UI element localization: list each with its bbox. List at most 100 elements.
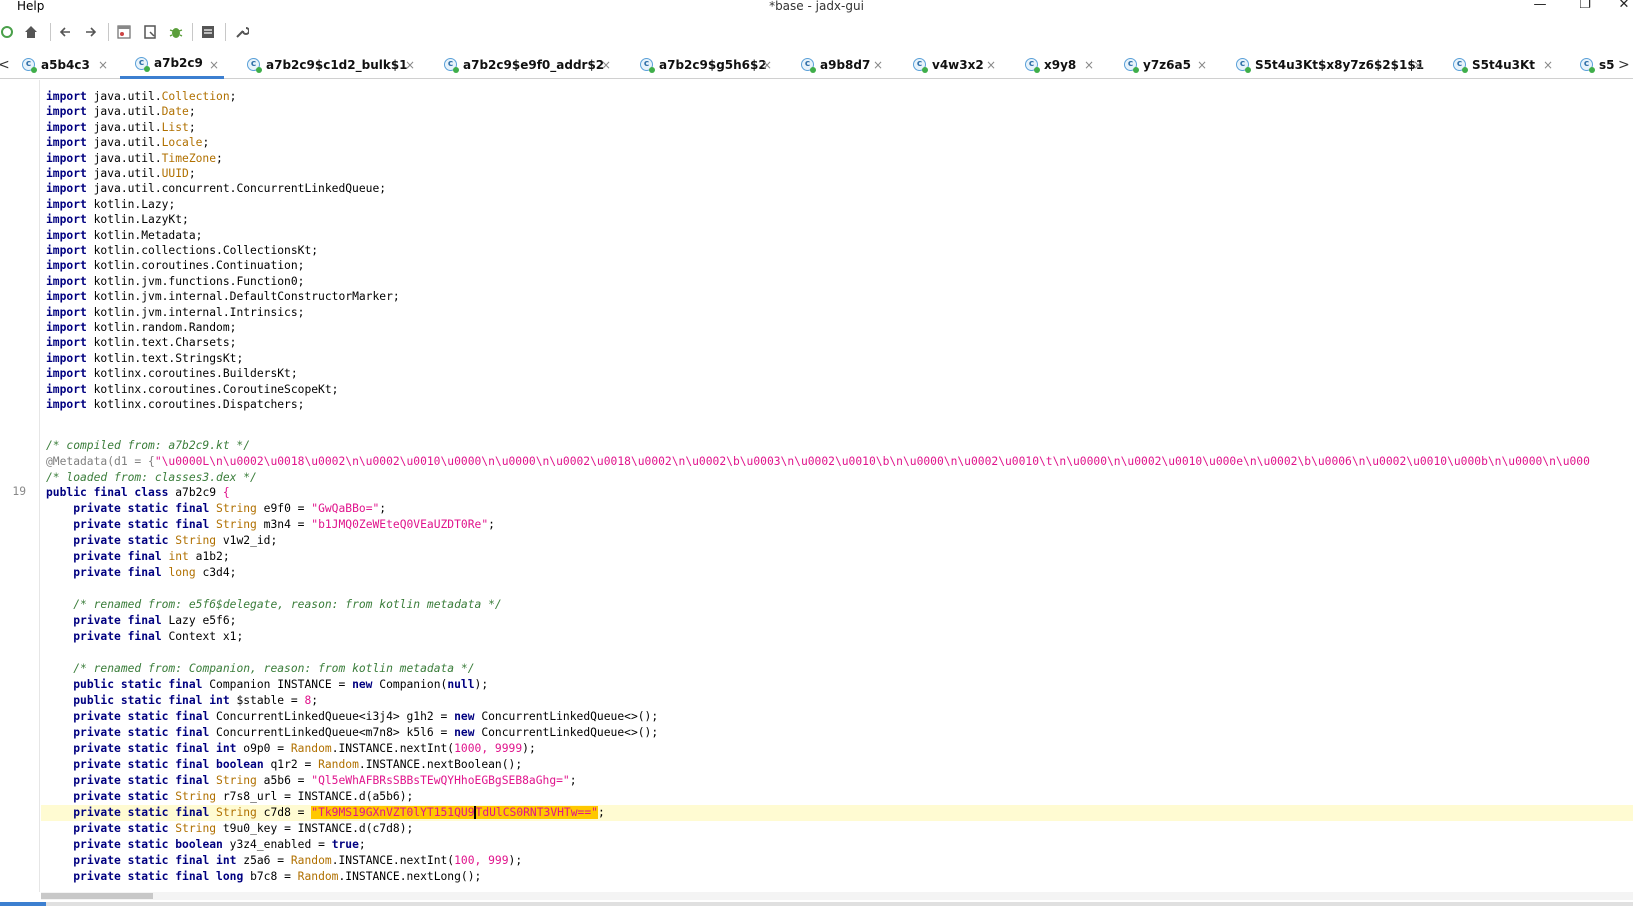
field-b7c8: private static final long b7c8 = Random.… bbox=[73, 870, 482, 883]
tab-label: v4w3x2 bbox=[932, 57, 984, 72]
import-line: import java.util.List; bbox=[46, 120, 196, 134]
field-x1: private final Context x1; bbox=[73, 630, 244, 643]
field-stable: public static final int $stable = 8; bbox=[73, 694, 319, 707]
forward-arrow-icon[interactable] bbox=[80, 20, 102, 44]
field-a1b2: private final int a1b2; bbox=[73, 550, 230, 563]
field-y3z4: private static boolean y3z4_enabled = tr… bbox=[73, 838, 366, 851]
tab-close-icon[interactable]: × bbox=[1197, 50, 1207, 79]
tab-x9y8[interactable]: c x9y8 bbox=[1025, 50, 1076, 79]
tab-v4w3x2[interactable]: c v4w3x2 bbox=[913, 50, 984, 79]
metadata-annotation: @Metadata(d1 = {"\u0000L\n\u0002\u0018\u… bbox=[46, 455, 1590, 468]
field-k5l6: private static final ConcurrentLinkedQue… bbox=[73, 726, 659, 739]
import-line: import kotlin.jvm.internal.Intrinsics; bbox=[46, 305, 305, 319]
tab-label: a7b2c9$g5h6$2 bbox=[659, 57, 767, 72]
field-e5f6: private final Lazy e5f6; bbox=[73, 614, 237, 627]
tab-label: a5b4c3 bbox=[41, 57, 90, 72]
comment-companion: /* renamed from: Companion, reason: from… bbox=[73, 662, 475, 675]
tab-label: a7b2c9$c1d2_bulk$1 bbox=[266, 57, 408, 72]
comment-loaded-from: /* loaded from: classes3.dex */ bbox=[46, 471, 257, 484]
tab-close-icon[interactable]: × bbox=[762, 50, 772, 79]
field-r7s8: private static String r7s8_url = INSTANC… bbox=[73, 790, 414, 803]
code-editor[interactable]: 19 import java.util.Collection; import ja… bbox=[0, 80, 1633, 892]
tab-s5t4u3kt[interactable]: c S5t4u3Kt bbox=[1453, 50, 1535, 79]
comment-compiled-from: /* compiled from: a7b2c9.kt */ bbox=[46, 439, 251, 452]
import-line: import kotlin.LazyKt; bbox=[46, 213, 189, 227]
field-q1r2: private static final boolean q1r2 = Rand… bbox=[73, 758, 523, 771]
selected-text: "Tk9MS19GXnVZT0lYT151QU9 bbox=[311, 806, 475, 819]
tab-label: a7b2c9 bbox=[154, 56, 203, 70]
class-icon: c bbox=[1580, 58, 1595, 73]
field-a5b6: private static final String a5b6 = "Ql5e… bbox=[73, 774, 577, 787]
text-caret: TdUlCS0RNT3VHTw==" bbox=[473, 806, 598, 819]
field-m3n4: private static final String m3n4 = "b1JM… bbox=[73, 518, 495, 531]
field-e9f0: private static final String e9f0 = "GwQa… bbox=[73, 502, 387, 515]
field-c7d8: private static final String c7d8 = "Tk9M… bbox=[73, 806, 605, 819]
toolbar bbox=[0, 20, 1633, 46]
class-tree-icon[interactable] bbox=[113, 20, 135, 44]
tab-close-icon[interactable]: × bbox=[209, 50, 219, 79]
tab-a9b8d7[interactable]: c a9b8d7 bbox=[801, 50, 870, 79]
window-title: *base - jadx-gui bbox=[769, 0, 864, 13]
comment-e5f6: /* renamed from: e5f6$delegate, reason: … bbox=[73, 598, 502, 611]
tab-close-icon[interactable]: × bbox=[1084, 50, 1094, 79]
scrollbar-thumb[interactable] bbox=[41, 893, 153, 899]
tabs-scroll-right-icon[interactable]: > bbox=[1618, 50, 1630, 79]
class-icon: c bbox=[640, 58, 655, 73]
minimize-button[interactable]: — bbox=[1530, 0, 1550, 12]
tab-close-icon[interactable]: × bbox=[1543, 50, 1553, 79]
tab-close-icon[interactable]: × bbox=[98, 50, 108, 79]
import-line: import kotlin.Metadata; bbox=[46, 228, 203, 242]
settings-wrench-icon[interactable] bbox=[231, 20, 253, 44]
tab-close-icon[interactable]: × bbox=[601, 50, 611, 79]
tab-close-icon[interactable]: × bbox=[873, 50, 883, 79]
tab-label: S5t4u3Kt$x8y7z6$2$1$1 bbox=[1255, 57, 1425, 72]
tabs-scroll-left-icon[interactable]: < bbox=[0, 50, 10, 79]
import-line: import java.util.Locale; bbox=[46, 136, 210, 150]
class-icon: c bbox=[247, 58, 262, 73]
field-t9u0: private static String t9u0_key = INSTANC… bbox=[73, 822, 414, 835]
tab-label: y7z6a5 bbox=[1143, 57, 1191, 72]
bookmark-icon[interactable] bbox=[139, 20, 161, 44]
log-icon[interactable] bbox=[197, 20, 219, 44]
editor-tab-bar: < c a5b4c3 × c a7b2c9 × c a7b2c9$c1d2_bu… bbox=[0, 50, 1633, 79]
class-declaration: public final class a7b2c9 { bbox=[46, 486, 230, 499]
tab-y7z6a5[interactable]: c y7z6a5 bbox=[1124, 50, 1191, 79]
tab-a7b2c9-e9f0-addr[interactable]: c a7b2c9$e9f0_addr$2 bbox=[444, 50, 604, 79]
tab-close-icon[interactable]: × bbox=[986, 50, 996, 79]
tab-a7b2c9-g5h6[interactable]: c a7b2c9$g5h6$2 bbox=[640, 50, 767, 79]
field-instance: public static final Companion INSTANCE =… bbox=[73, 678, 489, 691]
import-line: import kotlin.random.Random; bbox=[46, 321, 237, 334]
import-line: import java.util.Date; bbox=[46, 105, 196, 119]
tab-s5t4u3kt-x8y7z6[interactable]: c S5t4u3Kt$x8y7z6$2$1$1 bbox=[1236, 50, 1424, 79]
close-button[interactable]: ✕ bbox=[1614, 0, 1633, 12]
home-icon[interactable] bbox=[20, 20, 42, 44]
sync-icon[interactable] bbox=[0, 20, 18, 44]
field-v1w2: private static String v1w2_id; bbox=[73, 534, 278, 547]
import-line: import kotlin.Lazy; bbox=[46, 197, 176, 211]
import-line: import kotlinx.coroutines.Dispatchers; bbox=[46, 398, 305, 411]
import-line: import kotlin.coroutines.Continuation; bbox=[46, 259, 305, 273]
tab-label: a7b2c9$e9f0_addr$2 bbox=[463, 57, 605, 72]
field-o9p0: private static final int o9p0 = Random.I… bbox=[73, 742, 536, 755]
class-icon: c bbox=[913, 58, 928, 73]
field-g1h2: private static final ConcurrentLinkedQue… bbox=[73, 710, 659, 723]
back-arrow-icon[interactable] bbox=[54, 20, 76, 44]
title-bar: Help *base - jadx-gui — ❐ ✕ bbox=[0, 0, 1633, 14]
tab-s5[interactable]: c s5 bbox=[1580, 50, 1615, 79]
import-line: import kotlin.jvm.internal.DefaultConstr… bbox=[46, 290, 400, 304]
horizontal-scrollbar[interactable] bbox=[41, 892, 1633, 900]
class-icon: c bbox=[801, 58, 816, 73]
tab-close-icon[interactable]: × bbox=[405, 50, 415, 79]
class-icon: c bbox=[1124, 58, 1139, 73]
tab-label: s5 bbox=[1599, 57, 1615, 72]
tab-a7b2c9-c1d2-bulk[interactable]: c a7b2c9$c1d2_bulk$1 bbox=[247, 50, 408, 79]
class-icon: c bbox=[1236, 58, 1251, 73]
progress-strip bbox=[0, 902, 1633, 906]
import-line: import java.util.TimeZone; bbox=[46, 151, 223, 165]
tab-close-icon[interactable]: × bbox=[1413, 50, 1423, 79]
restore-button[interactable]: ❐ bbox=[1575, 0, 1595, 12]
line-number: 19 bbox=[12, 485, 26, 498]
import-line: import java.util.concurrent.ConcurrentLi… bbox=[46, 182, 387, 196]
import-line: import kotlinx.coroutines.CoroutineScope… bbox=[46, 382, 339, 396]
debug-bug-icon[interactable] bbox=[165, 20, 187, 44]
